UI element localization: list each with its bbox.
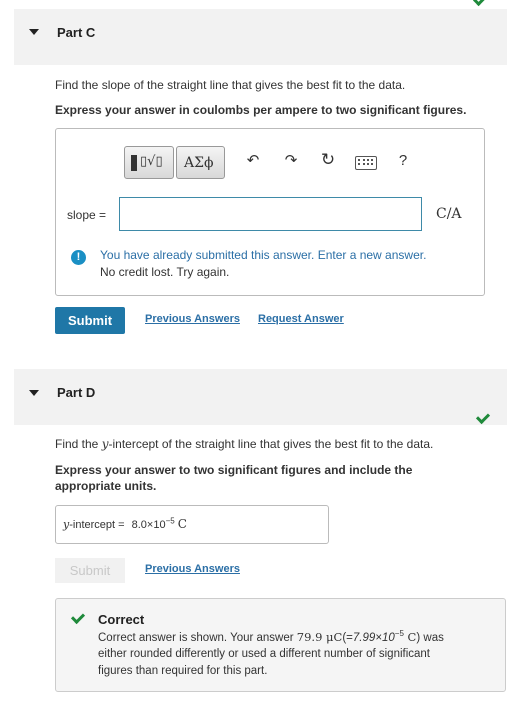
correct-message-line3: figures than required for this part. <box>98 665 268 677</box>
request-answer-link[interactable]: Request Answer <box>258 313 344 325</box>
part-d-header[interactable]: Part D <box>14 369 507 425</box>
checkmark-icon <box>472 0 488 7</box>
correct-message-line2: either rounded differently or used a dif… <box>98 648 431 660</box>
submit-button[interactable]: Submit <box>55 307 125 334</box>
y-intercept-answer: y-intercept = 8.0×10−5 C <box>63 516 187 531</box>
reset-icon[interactable]: ↻ <box>318 150 338 170</box>
instruction-text: Express your answer in coulombs per ampe… <box>55 103 467 117</box>
part-title: Part C <box>57 25 96 40</box>
redo-icon[interactable]: ↷ <box>281 151 301 169</box>
warning-subtext: No credit lost. Try again. <box>100 265 230 279</box>
question-text: Find the y-intercept of the straight lin… <box>55 437 434 451</box>
info-icon: ! <box>71 250 86 265</box>
collapse-triangle-icon[interactable] <box>29 390 39 396</box>
undo-icon[interactable]: ↶ <box>243 151 263 169</box>
submit-button-disabled: Submit <box>55 558 125 583</box>
greek-label: ΑΣϕ <box>184 155 214 171</box>
correct-message-line1: Correct answer is shown. Your answer 79.… <box>98 629 444 644</box>
templates-button[interactable]: ▯√▯ <box>124 146 174 179</box>
part-title: Part D <box>57 385 96 400</box>
instruction-text-line2: appropriate units. <box>55 479 157 493</box>
slope-label: slope = <box>67 208 107 222</box>
correct-title: Correct <box>98 612 145 627</box>
slope-input[interactable] <box>119 197 422 231</box>
help-icon[interactable]: ? <box>393 152 413 169</box>
greek-symbols-button[interactable]: ΑΣϕ <box>176 146 225 179</box>
part-c-header[interactable]: Part C <box>14 9 507 65</box>
warning-text: You have already submitted this answer. … <box>100 248 427 262</box>
collapse-triangle-icon[interactable] <box>29 29 39 35</box>
instruction-text: Express your answer to two significant f… <box>55 463 413 477</box>
keyboard-icon[interactable] <box>355 156 377 170</box>
previous-answers-link[interactable]: Previous Answers <box>145 313 240 325</box>
unit-label: C/A <box>436 206 462 222</box>
question-text: Find the slope of the straight line that… <box>55 78 406 92</box>
templates-label: ▯√▯ <box>140 154 163 169</box>
previous-answers-link[interactable]: Previous Answers <box>145 563 240 575</box>
